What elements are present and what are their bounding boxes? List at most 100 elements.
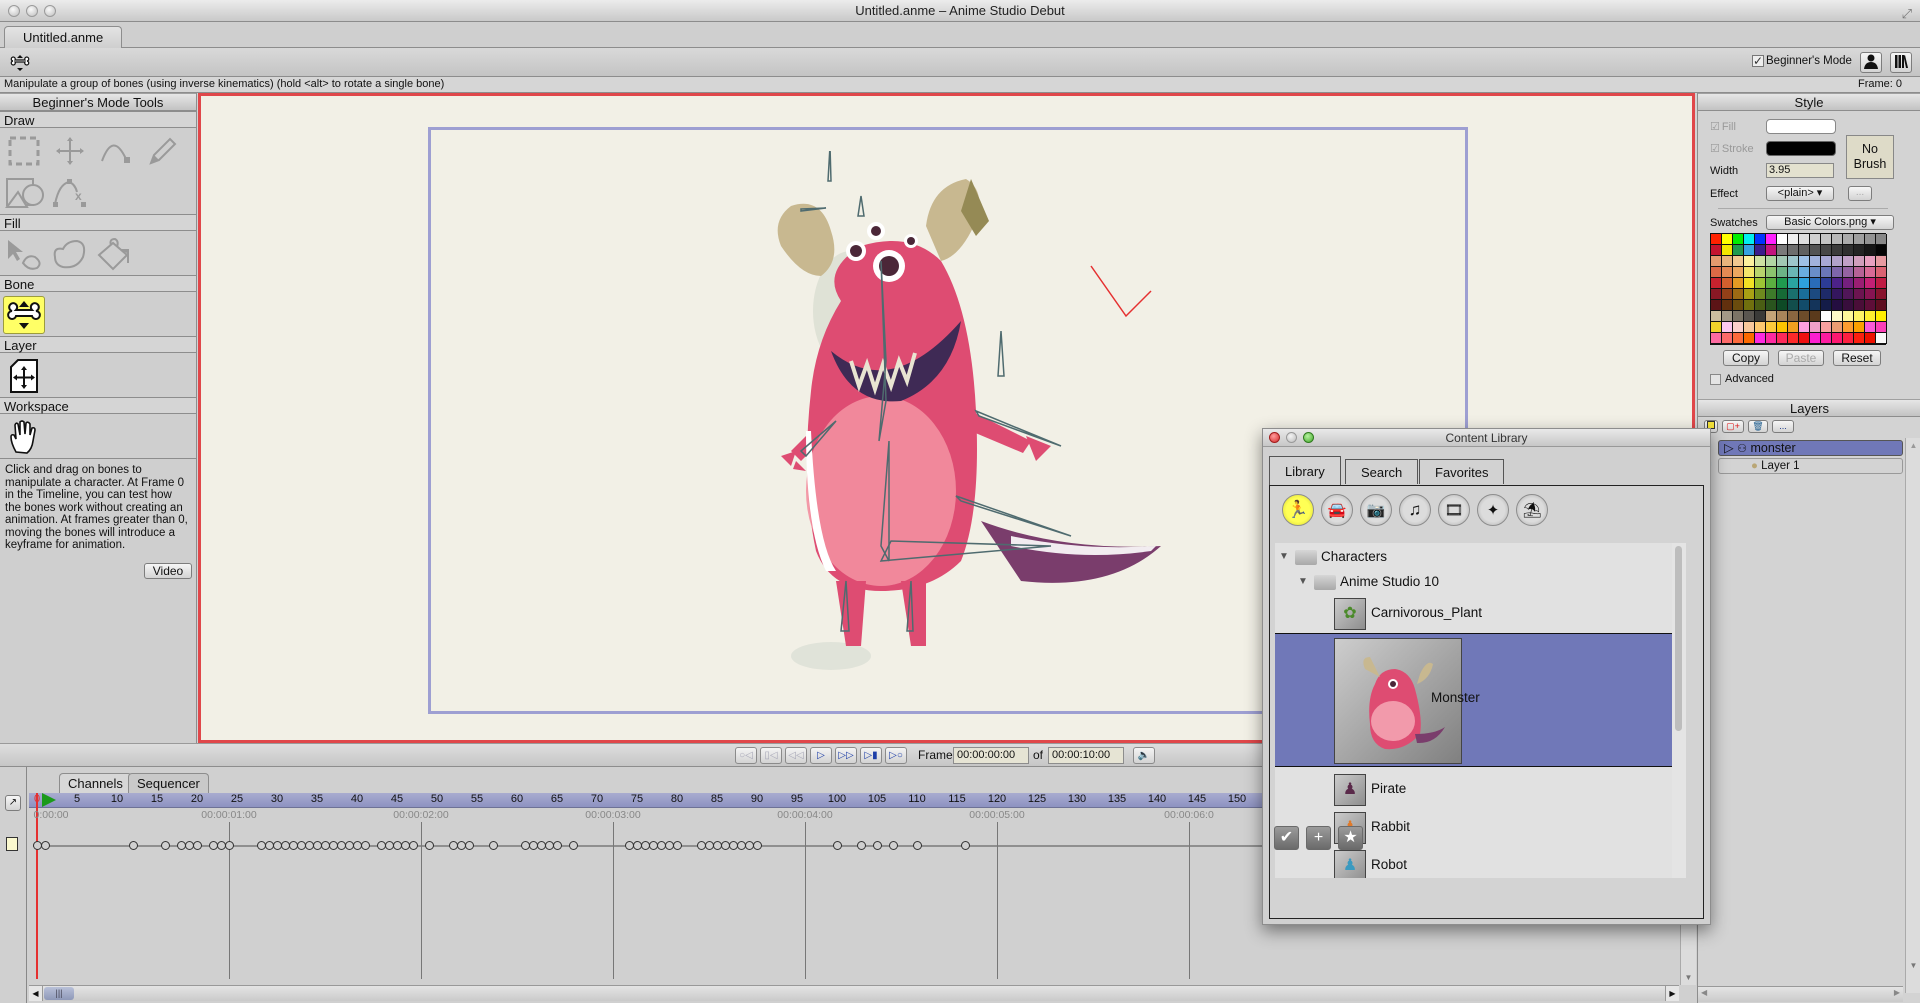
manipulate-bones-tool[interactable] (3, 296, 45, 334)
color-swatch[interactable] (1832, 245, 1843, 256)
color-swatch[interactable] (1832, 278, 1843, 289)
layer-row-monster[interactable]: ▷ ⚇ monster (1718, 440, 1903, 456)
color-swatch[interactable] (1799, 311, 1810, 322)
color-swatch[interactable] (1722, 322, 1733, 333)
color-swatch[interactable] (1744, 311, 1755, 322)
rewind-button[interactable]: ○◁ (735, 747, 757, 764)
color-swatch[interactable] (1744, 234, 1755, 245)
play-back-button[interactable]: ◁◁ (785, 747, 807, 764)
fill-toggle[interactable]: ☑ Fill (1710, 120, 1736, 134)
color-swatch[interactable] (1788, 311, 1799, 322)
color-swatch[interactable] (1733, 300, 1744, 311)
color-swatch[interactable] (1744, 267, 1755, 278)
content-library-titlebar[interactable]: Content Library (1263, 429, 1710, 447)
color-swatch[interactable] (1854, 300, 1865, 311)
color-swatch[interactable] (1722, 311, 1733, 322)
swatches-dropdown[interactable]: Basic Colors.png ▾ (1766, 215, 1894, 230)
minimize-window-button[interactable] (26, 5, 38, 17)
color-swatch[interactable] (1810, 311, 1821, 322)
delete-edge-tool[interactable]: x (49, 174, 91, 212)
category-audio[interactable]: ♫ (1399, 494, 1431, 526)
paint-bucket-tool[interactable] (95, 235, 137, 273)
keyframe[interactable] (41, 841, 50, 850)
color-swatch[interactable] (1711, 234, 1722, 245)
keyframe[interactable] (161, 841, 170, 850)
color-swatch[interactable] (1843, 267, 1854, 278)
color-swatch[interactable] (1722, 267, 1733, 278)
color-swatch[interactable] (1711, 289, 1722, 300)
color-swatch[interactable] (1766, 256, 1777, 267)
fill-color-swatch[interactable] (1766, 119, 1836, 134)
color-swatch[interactable] (1777, 289, 1788, 300)
color-swatch[interactable] (1832, 322, 1843, 333)
tab-sequencer[interactable]: Sequencer (128, 773, 209, 793)
color-swatch[interactable] (1843, 278, 1854, 289)
color-swatch[interactable] (1733, 245, 1744, 256)
total-time-field[interactable]: 00:00:10:00 (1048, 747, 1124, 764)
color-swatch[interactable] (1722, 234, 1733, 245)
keyframe[interactable] (889, 841, 898, 850)
library-item-robot[interactable]: ♟ Robot (1275, 849, 1686, 878)
video-button[interactable]: Video (144, 563, 192, 579)
monster-character[interactable] (761, 151, 1201, 671)
color-swatch[interactable] (1799, 278, 1810, 289)
color-swatch[interactable] (1821, 234, 1832, 245)
color-swatch[interactable] (1821, 278, 1832, 289)
color-swatch[interactable] (1810, 278, 1821, 289)
keyframe[interactable] (465, 841, 474, 850)
color-swatch[interactable] (1876, 333, 1887, 344)
keyframe[interactable] (409, 841, 418, 850)
keyframe[interactable] (833, 841, 842, 850)
color-swatch[interactable] (1766, 300, 1777, 311)
color-swatch[interactable] (1843, 289, 1854, 300)
color-swatch[interactable] (1799, 333, 1810, 344)
copy-button[interactable]: Copy (1723, 350, 1769, 366)
delete-layer-button[interactable]: 🗑 (1748, 420, 1768, 433)
color-swatch[interactable] (1865, 245, 1876, 256)
color-swatch[interactable] (1865, 300, 1876, 311)
zoom-window-button[interactable] (44, 5, 56, 17)
step-forward-button[interactable]: ▷▷ (835, 747, 857, 764)
keyframe[interactable] (961, 841, 970, 850)
color-swatch[interactable] (1821, 322, 1832, 333)
library-item-monster[interactable]: Monster (1275, 633, 1686, 767)
color-swatch[interactable] (1722, 300, 1733, 311)
tree-folder-characters[interactable]: ▼ Characters (1275, 546, 1686, 568)
advanced-toggle[interactable]: Advanced (1710, 373, 1774, 385)
scroll-right-button[interactable]: ▶ (1665, 986, 1679, 1001)
color-swatch[interactable] (1722, 333, 1733, 344)
keyframe[interactable] (225, 841, 234, 850)
color-swatch[interactable] (1799, 322, 1810, 333)
color-swatch[interactable] (1766, 278, 1777, 289)
color-swatch[interactable] (1821, 256, 1832, 267)
color-swatch[interactable] (1777, 234, 1788, 245)
color-swatch[interactable] (1854, 267, 1865, 278)
color-swatch[interactable] (1821, 245, 1832, 256)
color-swatch[interactable] (1821, 333, 1832, 344)
stroke-toggle[interactable]: ☑ Stroke (1710, 142, 1754, 156)
keyframe[interactable] (569, 841, 578, 850)
color-swatch[interactable] (1755, 278, 1766, 289)
timeline-horizontal-scrollbar[interactable]: ◀ ||| ▶ (29, 985, 1679, 1001)
tab-channels[interactable]: Channels (59, 773, 132, 793)
color-swatch[interactable] (1722, 278, 1733, 289)
tab-library[interactable]: Library (1269, 456, 1341, 485)
paste-button[interactable]: Paste (1778, 350, 1824, 366)
color-swatch[interactable] (1744, 278, 1755, 289)
keyframe[interactable] (857, 841, 866, 850)
color-swatch[interactable] (1777, 333, 1788, 344)
color-swatch[interactable] (1865, 311, 1876, 322)
color-swatch[interactable] (1832, 300, 1843, 311)
color-swatch[interactable] (1876, 300, 1887, 311)
scroll-left-button[interactable]: ◀ (29, 986, 43, 1001)
selected-bone[interactable] (1090, 265, 1152, 318)
color-swatch[interactable] (1810, 333, 1821, 344)
color-swatch[interactable] (1755, 311, 1766, 322)
color-swatch[interactable] (1788, 300, 1799, 311)
keyframe[interactable] (673, 841, 682, 850)
color-swatch[interactable] (1854, 322, 1865, 333)
disclosure-open-icon[interactable]: ▼ (1298, 571, 1308, 593)
color-swatch[interactable] (1876, 267, 1887, 278)
color-swatch[interactable] (1766, 322, 1777, 333)
minimize-button[interactable] (1286, 432, 1297, 443)
